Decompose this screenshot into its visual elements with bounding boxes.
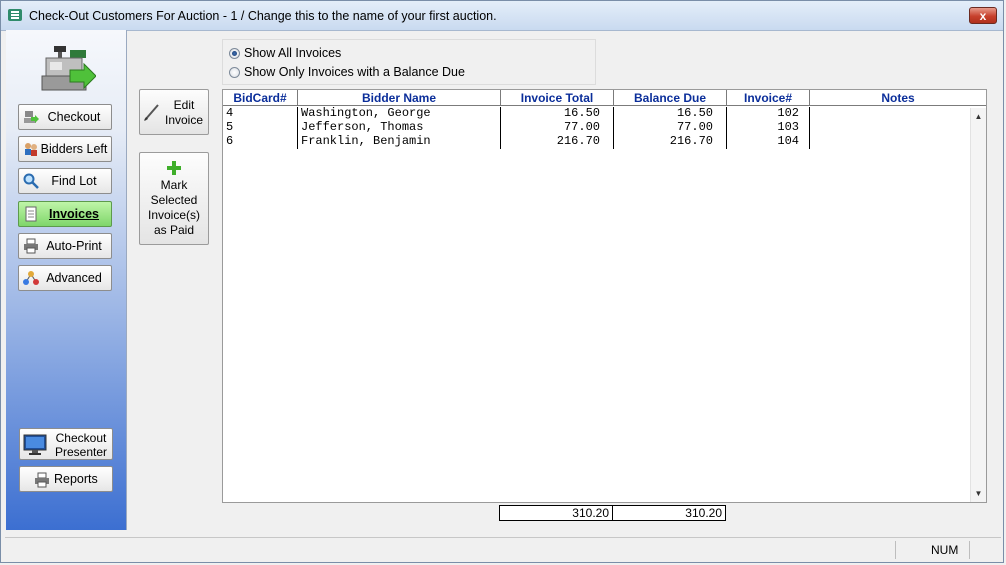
sidebar-item-checkout[interactable]: Checkout — [18, 104, 112, 130]
mark-label-line3: Invoice(s) — [147, 208, 200, 222]
table-row[interactable]: 5 Jefferson, Thomas 77.00 77.00 103 — [223, 121, 988, 135]
presenter-label-line1: Checkout — [55, 431, 107, 445]
cell-invoice-total: 216.70 — [501, 135, 614, 149]
sidebar-item-auto-print[interactable]: Auto-Print — [18, 233, 112, 259]
sidebar-item-invoices[interactable]: Invoices — [18, 201, 112, 227]
cell-bidder-name: Washington, George — [298, 107, 501, 121]
vertical-scrollbar[interactable]: ▲ ▼ — [970, 108, 986, 502]
mark-label-line4: as Paid — [153, 223, 195, 237]
checkout-icon — [24, 111, 39, 123]
magnifier-icon — [23, 173, 39, 189]
cell-notes — [810, 107, 970, 121]
filter-option-label: Show Only Invoices with a Balance Due — [244, 65, 465, 79]
presenter-label-line2: Presenter — [54, 445, 108, 459]
app-icon — [8, 9, 22, 21]
cell-bidcard: 6 — [223, 135, 298, 149]
sidebar-item-label: Auto-Print — [46, 239, 102, 253]
column-header-balance-due[interactable]: Balance Due — [614, 90, 727, 106]
cell-invoice-number: 102 — [727, 107, 810, 121]
invoice-grid[interactable]: BidCard# Bidder Name Invoice Total Balan… — [222, 89, 987, 503]
printer-icon — [35, 472, 49, 488]
reports-label: Reports — [54, 472, 98, 486]
plus-icon — [167, 161, 181, 175]
cell-invoice-total: 16.50 — [501, 107, 614, 121]
cell-balance-due: 77.00 — [614, 121, 727, 135]
sidebar-item-label: Checkout — [47, 110, 101, 124]
status-bar: NUM — [5, 537, 1001, 562]
column-header-bidcard[interactable]: BidCard# — [223, 90, 298, 106]
mark-paid-button[interactable]: Mark Selected Invoice(s) as Paid — [139, 152, 209, 245]
sidebar-item-label: Advanced — [46, 271, 102, 285]
cell-invoice-total: 77.00 — [501, 121, 614, 135]
num-lock-indicator: NUM — [931, 543, 959, 557]
main-window: Check-Out Customers For Auction - 1 / Ch… — [0, 0, 1004, 563]
cell-bidder-name: Jefferson, Thomas — [298, 121, 501, 135]
window-title: Check-Out Customers For Auction - 1 / Ch… — [29, 9, 497, 23]
status-divider — [895, 541, 896, 559]
cell-bidder-name: Franklin, Benjamin — [298, 135, 501, 149]
invoice-filter-panel: Show All Invoices Show Only Invoices wit… — [222, 39, 596, 85]
monitor-icon — [23, 434, 47, 455]
sidebar-item-label: Bidders Left — [40, 142, 108, 156]
close-button[interactable]: x — [969, 7, 997, 24]
cell-balance-due: 16.50 — [614, 107, 727, 121]
invoice-total-sum: 310.20 — [499, 505, 613, 521]
filter-option-label: Show All Invoices — [244, 46, 342, 60]
sidebar-item-label: Find Lot — [51, 174, 97, 188]
sidebar-item-advanced[interactable]: Advanced — [18, 265, 112, 291]
scroll-down-icon[interactable]: ▼ — [971, 489, 986, 498]
sidebar-item-find-lot[interactable]: Find Lot — [18, 168, 112, 194]
checkout-presenter-button[interactable]: Checkout Presenter — [19, 428, 113, 460]
cash-register-logo-icon — [41, 46, 96, 91]
filter-all-invoices[interactable]: Show All Invoices — [229, 45, 341, 61]
table-row[interactable]: 6 Franklin, Benjamin 216.70 216.70 104 — [223, 135, 988, 149]
edit-invoice-button[interactable]: Edit Invoice — [139, 89, 209, 135]
column-header-invoice-total[interactable]: Invoice Total — [501, 90, 614, 106]
balance-due-sum: 310.20 — [612, 505, 726, 521]
radio-selected-icon[interactable] — [229, 47, 240, 59]
cell-invoice-number: 103 — [727, 121, 810, 135]
status-divider — [969, 541, 970, 559]
cell-notes — [810, 121, 970, 135]
radio-unselected-icon[interactable] — [229, 66, 240, 78]
cell-balance-due: 216.70 — [614, 135, 727, 149]
column-header-bidder-name[interactable]: Bidder Name — [298, 90, 501, 106]
reports-button[interactable]: Reports — [19, 466, 113, 492]
people-icon — [25, 143, 37, 156]
grid-header: BidCard# Bidder Name Invoice Total Balan… — [223, 90, 988, 107]
cell-bidcard: 4 — [223, 107, 298, 121]
pencil-icon — [144, 104, 159, 121]
printer-icon — [24, 238, 38, 254]
sidebar-item-label: Invoices — [48, 207, 100, 221]
document-icon — [25, 206, 37, 222]
column-header-notes[interactable]: Notes — [810, 90, 986, 106]
cell-invoice-number: 104 — [727, 135, 810, 149]
network-icon — [23, 271, 39, 285]
mark-label-line1: Mark — [160, 178, 188, 192]
sidebar-item-bidders-left[interactable]: Bidders Left — [18, 136, 112, 162]
cell-bidcard: 5 — [223, 121, 298, 135]
column-header-invoice-number[interactable]: Invoice# — [727, 90, 810, 106]
title-bar: Check-Out Customers For Auction - 1 / Ch… — [1, 1, 1003, 31]
cell-notes — [810, 135, 970, 149]
mark-label-line2: Selected — [150, 193, 198, 207]
table-row[interactable]: 4 Washington, George 16.50 16.50 102 — [223, 107, 988, 121]
edit-label-line2: Invoice — [164, 113, 204, 127]
edit-label-line1: Edit — [173, 98, 195, 112]
filter-balance-due[interactable]: Show Only Invoices with a Balance Due — [229, 64, 465, 80]
scroll-up-icon[interactable]: ▲ — [971, 112, 986, 121]
